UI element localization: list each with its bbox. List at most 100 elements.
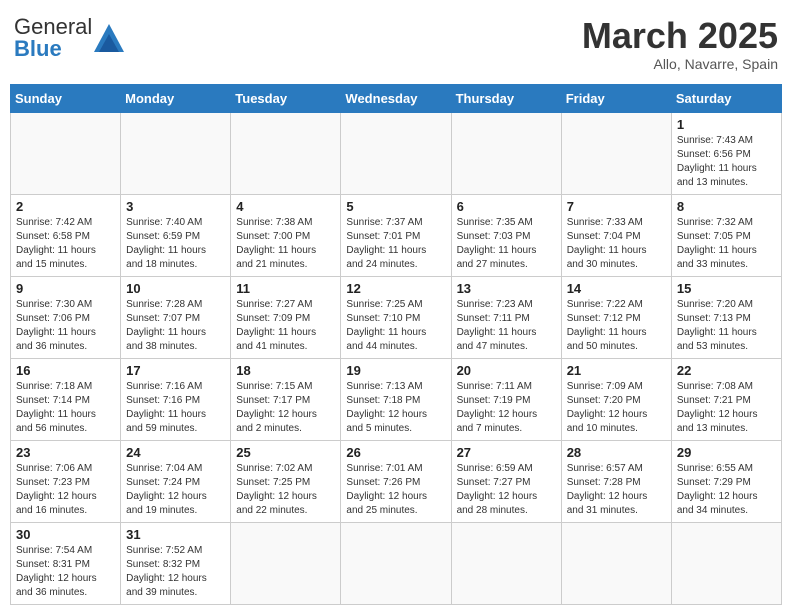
day-info: Sunrise: 7:13 AMSunset: 7:18 PMDaylight:… [346, 380, 445, 436]
day-info: Sunrise: 7:04 AMSunset: 7:24 PMDaylight:… [126, 462, 225, 518]
calendar-day-cell: 10 Sunrise: 7:28 AMSunset: 7:07 PMDayligh… [121, 276, 231, 358]
calendar-day-cell [341, 522, 451, 604]
calendar-day-cell: 17 Sunrise: 7:16 AMSunset: 7:16 PMDayligh… [121, 358, 231, 440]
page-header: General Blue March 2025 Allo, Navarre, S… [10, 10, 782, 78]
calendar-day-cell: 20 Sunrise: 7:11 AMSunset: 7:19 PMDayligh… [451, 358, 561, 440]
day-number: 4 [236, 199, 335, 214]
day-number: 21 [567, 363, 666, 378]
logo: General Blue [14, 16, 124, 60]
location-subtitle: Allo, Navarre, Spain [582, 56, 778, 72]
day-number: 27 [457, 445, 556, 460]
day-number: 23 [16, 445, 115, 460]
day-number: 8 [677, 199, 776, 214]
day-number: 10 [126, 281, 225, 296]
day-info: Sunrise: 7:40 AMSunset: 6:59 PMDaylight:… [126, 216, 225, 272]
calendar-day-cell: 3Sunrise: 7:40 AMSunset: 6:59 PMDaylight… [121, 194, 231, 276]
calendar-day-cell: 11 Sunrise: 7:27 AMSunset: 7:09 PMDayligh… [231, 276, 341, 358]
day-number: 20 [457, 363, 556, 378]
col-sunday: Sunday [11, 84, 121, 112]
calendar-day-cell [451, 112, 561, 194]
col-saturday: Saturday [671, 84, 781, 112]
calendar-day-cell: 22 Sunrise: 7:08 AMSunset: 7:21 PMDayligh… [671, 358, 781, 440]
day-number: 24 [126, 445, 225, 460]
calendar-day-cell: 7 Sunrise: 7:33 AMSunset: 7:04 PMDaylight… [561, 194, 671, 276]
calendar-week-row: 16 Sunrise: 7:18 AMSunset: 7:14 PMDayligh… [11, 358, 782, 440]
day-number: 13 [457, 281, 556, 296]
day-info: Sunrise: 7:18 AMSunset: 7:14 PMDaylight:… [16, 380, 115, 436]
calendar-day-cell [231, 522, 341, 604]
day-number: 18 [236, 363, 335, 378]
day-info: Sunrise: 7:09 AMSunset: 7:20 PMDaylight:… [567, 380, 666, 436]
day-number: 2 [16, 199, 115, 214]
calendar-day-cell: 9Sunrise: 7:30 AMSunset: 7:06 PMDaylight… [11, 276, 121, 358]
col-friday: Friday [561, 84, 671, 112]
day-info: Sunrise: 7:35 AMSunset: 7:03 PMDaylight:… [457, 216, 556, 272]
day-number: 25 [236, 445, 335, 460]
calendar-week-row: 30 Sunrise: 7:54 AMSunset: 8:31 PMDayligh… [11, 522, 782, 604]
day-number: 17 [126, 363, 225, 378]
day-info: Sunrise: 7:15 AMSunset: 7:17 PMDaylight:… [236, 380, 335, 436]
day-number: 31 [126, 527, 225, 542]
calendar-day-cell [561, 522, 671, 604]
calendar-day-cell: 12Sunrise: 7:25 AMSunset: 7:10 PMDayligh… [341, 276, 451, 358]
logo-text: General Blue [14, 16, 92, 60]
day-info: Sunrise: 7:32 AMSunset: 7:05 PMDaylight:… [677, 216, 776, 272]
calendar-day-cell [561, 112, 671, 194]
calendar-day-cell: 30 Sunrise: 7:54 AMSunset: 8:31 PMDayligh… [11, 522, 121, 604]
day-info: Sunrise: 7:28 AMSunset: 7:07 PMDaylight:… [126, 298, 225, 354]
calendar-header-row: Sunday Monday Tuesday Wednesday Thursday… [11, 84, 782, 112]
calendar-day-cell: 14Sunrise: 7:22 AMSunset: 7:12 PMDayligh… [561, 276, 671, 358]
day-info: Sunrise: 6:59 AMSunset: 7:27 PMDaylight:… [457, 462, 556, 518]
day-info: Sunrise: 7:38 AMSunset: 7:00 PMDaylight:… [236, 216, 335, 272]
day-number: 30 [16, 527, 115, 542]
day-number: 14 [567, 281, 666, 296]
day-number: 16 [16, 363, 115, 378]
calendar-day-cell [451, 522, 561, 604]
calendar-day-cell: 19Sunrise: 7:13 AMSunset: 7:18 PMDayligh… [341, 358, 451, 440]
day-info: Sunrise: 7:16 AMSunset: 7:16 PMDaylight:… [126, 380, 225, 436]
calendar-day-cell: 6Sunrise: 7:35 AMSunset: 7:03 PMDaylight… [451, 194, 561, 276]
day-info: Sunrise: 7:20 AMSunset: 7:13 PMDaylight:… [677, 298, 776, 354]
day-info: Sunrise: 6:57 AMSunset: 7:28 PMDaylight:… [567, 462, 666, 518]
logo-icon [94, 24, 124, 52]
calendar-day-cell: 31Sunrise: 7:52 AMSunset: 8:32 PMDayligh… [121, 522, 231, 604]
calendar-day-cell [231, 112, 341, 194]
day-info: Sunrise: 7:54 AMSunset: 8:31 PMDaylight:… [16, 544, 115, 600]
calendar-week-row: 2 Sunrise: 7:42 AMSunset: 6:58 PMDaylight… [11, 194, 782, 276]
day-info: Sunrise: 7:11 AMSunset: 7:19 PMDaylight:… [457, 380, 556, 436]
col-tuesday: Tuesday [231, 84, 341, 112]
day-info: Sunrise: 7:23 AMSunset: 7:11 PMDaylight:… [457, 298, 556, 354]
day-info: Sunrise: 7:33 AMSunset: 7:04 PMDaylight:… [567, 216, 666, 272]
day-info: Sunrise: 7:08 AMSunset: 7:21 PMDaylight:… [677, 380, 776, 436]
title-block: March 2025 Allo, Navarre, Spain [582, 16, 778, 72]
calendar-day-cell [11, 112, 121, 194]
day-number: 11 [236, 281, 335, 296]
calendar-day-cell: 25 Sunrise: 7:02 AMSunset: 7:25 PMDayligh… [231, 440, 341, 522]
day-number: 22 [677, 363, 776, 378]
day-number: 26 [346, 445, 445, 460]
day-number: 1 [677, 117, 776, 132]
logo-blue: Blue [14, 36, 62, 61]
calendar-day-cell: 24 Sunrise: 7:04 AMSunset: 7:24 PMDayligh… [121, 440, 231, 522]
calendar-day-cell: 1 Sunrise: 7:43 AMSunset: 6:56 PMDaylight… [671, 112, 781, 194]
calendar-table: Sunday Monday Tuesday Wednesday Thursday… [10, 84, 782, 605]
day-info: Sunrise: 7:43 AMSunset: 6:56 PMDaylight:… [677, 134, 776, 190]
calendar-day-cell: 23Sunrise: 7:06 AMSunset: 7:23 PMDayligh… [11, 440, 121, 522]
day-number: 7 [567, 199, 666, 214]
calendar-day-cell: 29Sunrise: 6:55 AMSunset: 7:29 PMDayligh… [671, 440, 781, 522]
month-title: March 2025 [582, 16, 778, 56]
calendar-day-cell: 16 Sunrise: 7:18 AMSunset: 7:14 PMDayligh… [11, 358, 121, 440]
col-thursday: Thursday [451, 84, 561, 112]
calendar-day-cell: 21 Sunrise: 7:09 AMSunset: 7:20 PMDayligh… [561, 358, 671, 440]
day-info: Sunrise: 7:27 AMSunset: 7:09 PMDaylight:… [236, 298, 335, 354]
day-info: Sunrise: 7:42 AMSunset: 6:58 PMDaylight:… [16, 216, 115, 272]
day-info: Sunrise: 7:02 AMSunset: 7:25 PMDaylight:… [236, 462, 335, 518]
col-wednesday: Wednesday [341, 84, 451, 112]
calendar-week-row: 9Sunrise: 7:30 AMSunset: 7:06 PMDaylight… [11, 276, 782, 358]
calendar-day-cell [671, 522, 781, 604]
day-number: 9 [16, 281, 115, 296]
day-info: Sunrise: 7:37 AMSunset: 7:01 PMDaylight:… [346, 216, 445, 272]
calendar-day-cell [121, 112, 231, 194]
day-number: 5 [346, 199, 445, 214]
calendar-day-cell: 18 Sunrise: 7:15 AMSunset: 7:17 PMDayligh… [231, 358, 341, 440]
